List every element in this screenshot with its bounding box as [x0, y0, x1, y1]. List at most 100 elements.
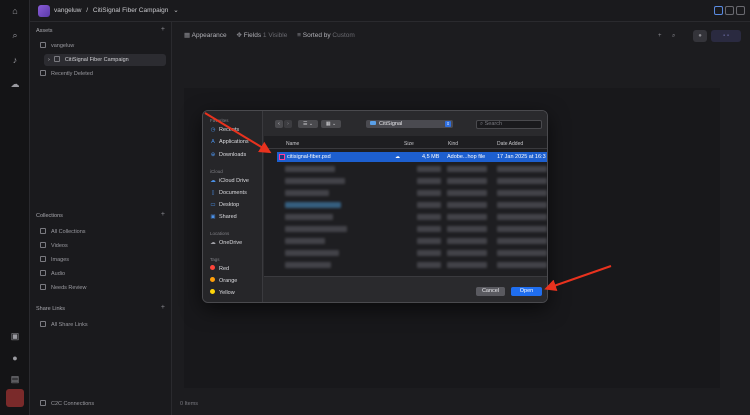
workspace-logo[interactable]: [38, 5, 50, 17]
items-count: 0 Items: [180, 401, 199, 407]
table-row[interactable]: [277, 176, 547, 186]
appearance-button[interactable]: Appearance: [192, 32, 227, 39]
sidebar-item-project[interactable]: › CitiSignal Fiber Campaign: [48, 55, 129, 65]
file-date: 17 Jan 2025 at 16:3: [497, 154, 546, 160]
sidebar-item-recents[interactable]: ◷ Recents: [210, 126, 240, 134]
location-select[interactable]: CitiSignal ⇕: [366, 120, 453, 128]
sidebar-item-downloads[interactable]: ⊕ Downloads: [210, 151, 247, 159]
sidebar-item-applications[interactable]: A Applications: [210, 138, 249, 146]
orange-dot-icon: [210, 277, 215, 282]
grid-view-button[interactable]: ▦ ⌄: [321, 120, 341, 128]
table-row[interactable]: [277, 224, 547, 234]
sidebar-item-tag-orange[interactable]: Orange: [210, 277, 237, 285]
sidebar-item-label: Documents: [219, 190, 247, 196]
share-links-title: Share Links: [36, 306, 66, 312]
column-kind[interactable]: Kind: [448, 141, 458, 147]
cloud-icon[interactable]: ☁: [10, 79, 20, 89]
breadcrumb-workspace[interactable]: vangeluw: [54, 7, 81, 14]
breadcrumb-project[interactable]: CitiSignal Fiber Campaign: [93, 7, 169, 14]
table-row[interactable]: [277, 200, 547, 210]
sidebar-item-tag-red[interactable]: Red: [210, 265, 229, 273]
fields-button[interactable]: Fields: [244, 32, 261, 39]
lightbulb-icon[interactable]: ●: [10, 353, 20, 363]
content-toolbar: ▦ Appearance ✥ Fields 1 Visible ≡ Sorted…: [184, 31, 355, 39]
sidebar-item-label: All Share Links: [51, 322, 88, 328]
sidebar-item-label: Shared: [219, 214, 237, 220]
cancel-button[interactable]: Cancel: [476, 287, 505, 296]
clock-icon: ◷: [210, 127, 216, 133]
add-asset-icon[interactable]: +: [161, 26, 165, 33]
search-icon[interactable]: ⌕: [672, 30, 675, 42]
chevron-down-icon[interactable]: ⌄: [173, 7, 178, 14]
add-collection-icon[interactable]: +: [161, 211, 165, 218]
chevron-updown-icon: ⇕: [445, 121, 451, 127]
sidebar-item-label: OneDrive: [219, 240, 243, 246]
folder-icon: [53, 56, 60, 62]
back-button[interactable]: ‹: [275, 120, 283, 128]
open-button[interactable]: Open: [511, 287, 542, 296]
sidebar-item-documents[interactable]: ▯ Documents: [210, 189, 247, 197]
search-icon[interactable]: ⌕: [10, 30, 20, 40]
list-icon: [40, 228, 46, 234]
layout-right-icon[interactable]: [736, 6, 745, 15]
layout-center-icon[interactable]: [725, 6, 734, 15]
avatar[interactable]: [6, 389, 24, 407]
share-button[interactable]: ▪ ▪: [711, 30, 741, 42]
table-row-selected[interactable]: citisignal-fiber.psd ☁ 4,5 MB Adobe...ho…: [277, 152, 547, 162]
sidebar-item-label: Downloads: [219, 152, 247, 158]
shared-folder-icon: ▣: [210, 214, 216, 220]
cloud-icon: ☁: [395, 154, 400, 160]
image-icon: [40, 256, 46, 262]
sidebar-item-label: Needs Review: [51, 285, 87, 291]
sidebar-item-onedrive[interactable]: ☁ OneDrive: [210, 239, 242, 247]
forward-button[interactable]: ›: [284, 120, 292, 128]
collections-title: Collections: [36, 213, 63, 219]
sidebar-item-connections[interactable]: C2C Connections: [40, 399, 94, 409]
dialog-sidebar: Favorites ◷ Recents A Applications ⊕ Downlo…: [203, 111, 263, 302]
table-row[interactable]: [277, 248, 547, 258]
sidebar-item-videos[interactable]: Videos: [40, 241, 68, 251]
sidebar-item-all-share-links[interactable]: All Share Links: [40, 320, 88, 330]
sidebar-item-workspace[interactable]: vangeluw: [40, 41, 74, 51]
sidebar-item-recently-deleted[interactable]: Recently Deleted: [40, 69, 93, 79]
table-row[interactable]: [277, 260, 547, 270]
folder-icon: [370, 121, 376, 125]
icloud-title: iCloud: [210, 169, 223, 174]
home-icon[interactable]: ⌂: [10, 6, 20, 16]
table-row[interactable]: [277, 164, 547, 174]
user-icon[interactable]: ●: [693, 30, 707, 42]
table-row[interactable]: [277, 188, 547, 198]
sidebar-item-label: iCloud Drive: [219, 178, 249, 184]
sidebar-item-needs-review[interactable]: Needs Review: [40, 283, 86, 293]
column-name[interactable]: Name: [286, 141, 299, 147]
chat-icon[interactable]: ▣: [10, 331, 20, 341]
sort-button[interactable]: Sorted by: [303, 32, 331, 39]
table-row[interactable]: [277, 212, 547, 222]
sidebar-item-tag-yellow[interactable]: Yellow: [210, 289, 235, 297]
table-row[interactable]: [277, 236, 547, 246]
dialog-file-browser: ‹ › ☰ ⌄ ▦ ⌄ CitiSignal ⇕ ⌕ Search Name S…: [264, 111, 547, 302]
fields-count: 1 Visible: [262, 32, 288, 39]
search-input[interactable]: ⌕ Search: [476, 120, 542, 129]
download-icon: ⊕: [210, 152, 216, 158]
sidebar-item-label: Videos: [51, 243, 68, 249]
audio-icon: [40, 270, 46, 276]
sidebar-item-desktop[interactable]: ▭ Desktop: [210, 201, 239, 209]
layout-left-icon[interactable]: [714, 6, 723, 15]
add-icon[interactable]: +: [658, 30, 662, 42]
sidebar-item-audio[interactable]: Audio: [40, 269, 65, 279]
sidebar-item-label: CitiSignal Fiber Campaign: [64, 57, 129, 63]
sidebar-item-label: vangeluw: [51, 43, 75, 49]
locations-title: Locations: [210, 231, 230, 236]
sidebar-item-icloud-drive[interactable]: ☁ iCloud Drive: [210, 177, 249, 185]
sidebar-item-all-collections[interactable]: All Collections: [40, 227, 86, 237]
sidebar-item-images[interactable]: Images: [40, 255, 69, 265]
bell-icon[interactable]: ♪: [10, 55, 20, 65]
column-size[interactable]: Size: [404, 141, 414, 147]
favorites-title: Favorites: [210, 118, 229, 123]
add-share-link-icon[interactable]: +: [161, 304, 165, 311]
gift-icon[interactable]: ▤: [10, 374, 20, 384]
column-date[interactable]: Date Added: [497, 141, 523, 147]
sidebar-item-shared[interactable]: ▣ Shared: [210, 213, 237, 221]
list-view-button[interactable]: ☰ ⌄: [298, 120, 318, 128]
